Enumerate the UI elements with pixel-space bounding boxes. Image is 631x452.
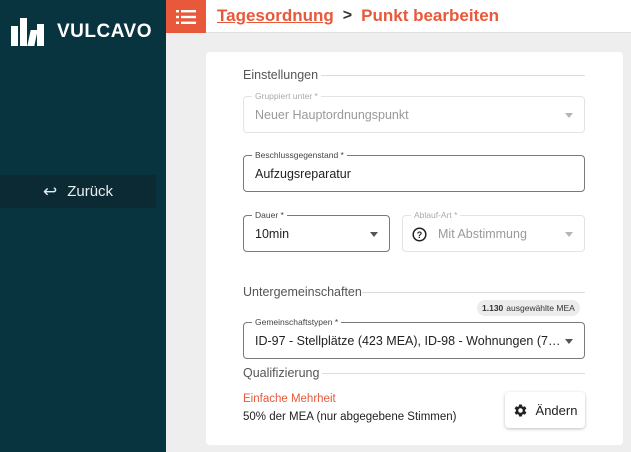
logo: VULCAVO — [11, 18, 152, 46]
qualification-section-title: Qualifizierung — [243, 366, 320, 380]
back-label: Zurück — [67, 183, 114, 200]
duration-select-label: Dauer * — [252, 210, 287, 221]
list-icon — [176, 9, 196, 24]
back-button[interactable]: ↩ Zurück — [0, 175, 156, 208]
svg-text:?: ? — [417, 230, 423, 240]
community-types-select-value: ID-97 - Stellplätze (423 MEA), ID-98 - W… — [255, 334, 563, 348]
group-select[interactable]: Gruppiert unter * Neuer Hauptordnungspun… — [243, 91, 585, 133]
divider — [322, 373, 585, 374]
duration-select[interactable]: Dauer * 10min — [243, 210, 390, 252]
settings-section-title: Einstellungen — [243, 68, 319, 82]
help-circle-icon[interactable]: ? — [412, 227, 427, 242]
sub-communities-section-title: Untergemeinschaften — [243, 285, 362, 299]
selected-mea-badge: 1.130 ausgewählte MEA — [477, 300, 580, 316]
group-select-value: Neuer Hauptordnungspunkt — [255, 108, 409, 122]
breadcrumb: Tagesordnung > Punkt bearbeiten — [217, 6, 499, 26]
change-qualification-button[interactable]: Ändern — [505, 392, 585, 428]
flow-type-select-value: Mit Abstimmung — [438, 227, 527, 241]
breadcrumb-separator: > — [342, 7, 353, 24]
breadcrumb-parent-link[interactable]: Tagesordnung — [217, 6, 334, 26]
qualification-description: 50% der MEA (nur abgegebene Stimmen) — [243, 411, 457, 423]
subject-input[interactable]: Beschlussgegenstand * Aufzugsreparatur — [243, 150, 585, 192]
gear-icon — [514, 403, 526, 416]
breadcrumb-current: Punkt bearbeiten — [361, 6, 500, 25]
sidebar: VULCAVO ↩ Zurück — [0, 0, 166, 452]
change-button-label: Ändern — [535, 402, 578, 418]
subject-input-value: Aufzugsreparatur — [255, 167, 351, 181]
community-types-select[interactable]: Gemeinschaftstypen * ID-97 - Stellplätze… — [243, 317, 585, 359]
selected-mea-count: 1.130 — [482, 303, 504, 313]
arrow-left-icon: ↩ — [42, 181, 58, 201]
caret-down-icon — [565, 113, 573, 118]
divider — [362, 292, 585, 293]
qualification-name: Einfache Mehrheit — [243, 393, 336, 405]
community-types-select-label: Gemeinschaftstypen * — [252, 317, 342, 328]
caret-down-icon — [565, 232, 573, 237]
caret-down-icon — [565, 339, 573, 344]
caret-down-icon — [370, 232, 378, 237]
selected-mea-label: ausgewählte MEA — [506, 303, 575, 313]
brand-name: VULCAVO — [57, 21, 152, 42]
flow-type-select[interactable]: Ablauf-Art * ? Mit Abstimmung — [402, 210, 585, 252]
logo-icon — [11, 18, 45, 46]
group-select-label: Gruppiert unter * — [252, 91, 321, 102]
flow-type-select-label: Ablauf-Art * — [411, 210, 461, 221]
subject-input-label: Beschlussgegenstand * — [252, 150, 347, 161]
menu-button[interactable] — [166, 0, 206, 33]
duration-select-value: 10min — [255, 227, 290, 241]
top-bar: Tagesordnung > Punkt bearbeiten — [166, 0, 631, 33]
divider — [321, 75, 585, 76]
